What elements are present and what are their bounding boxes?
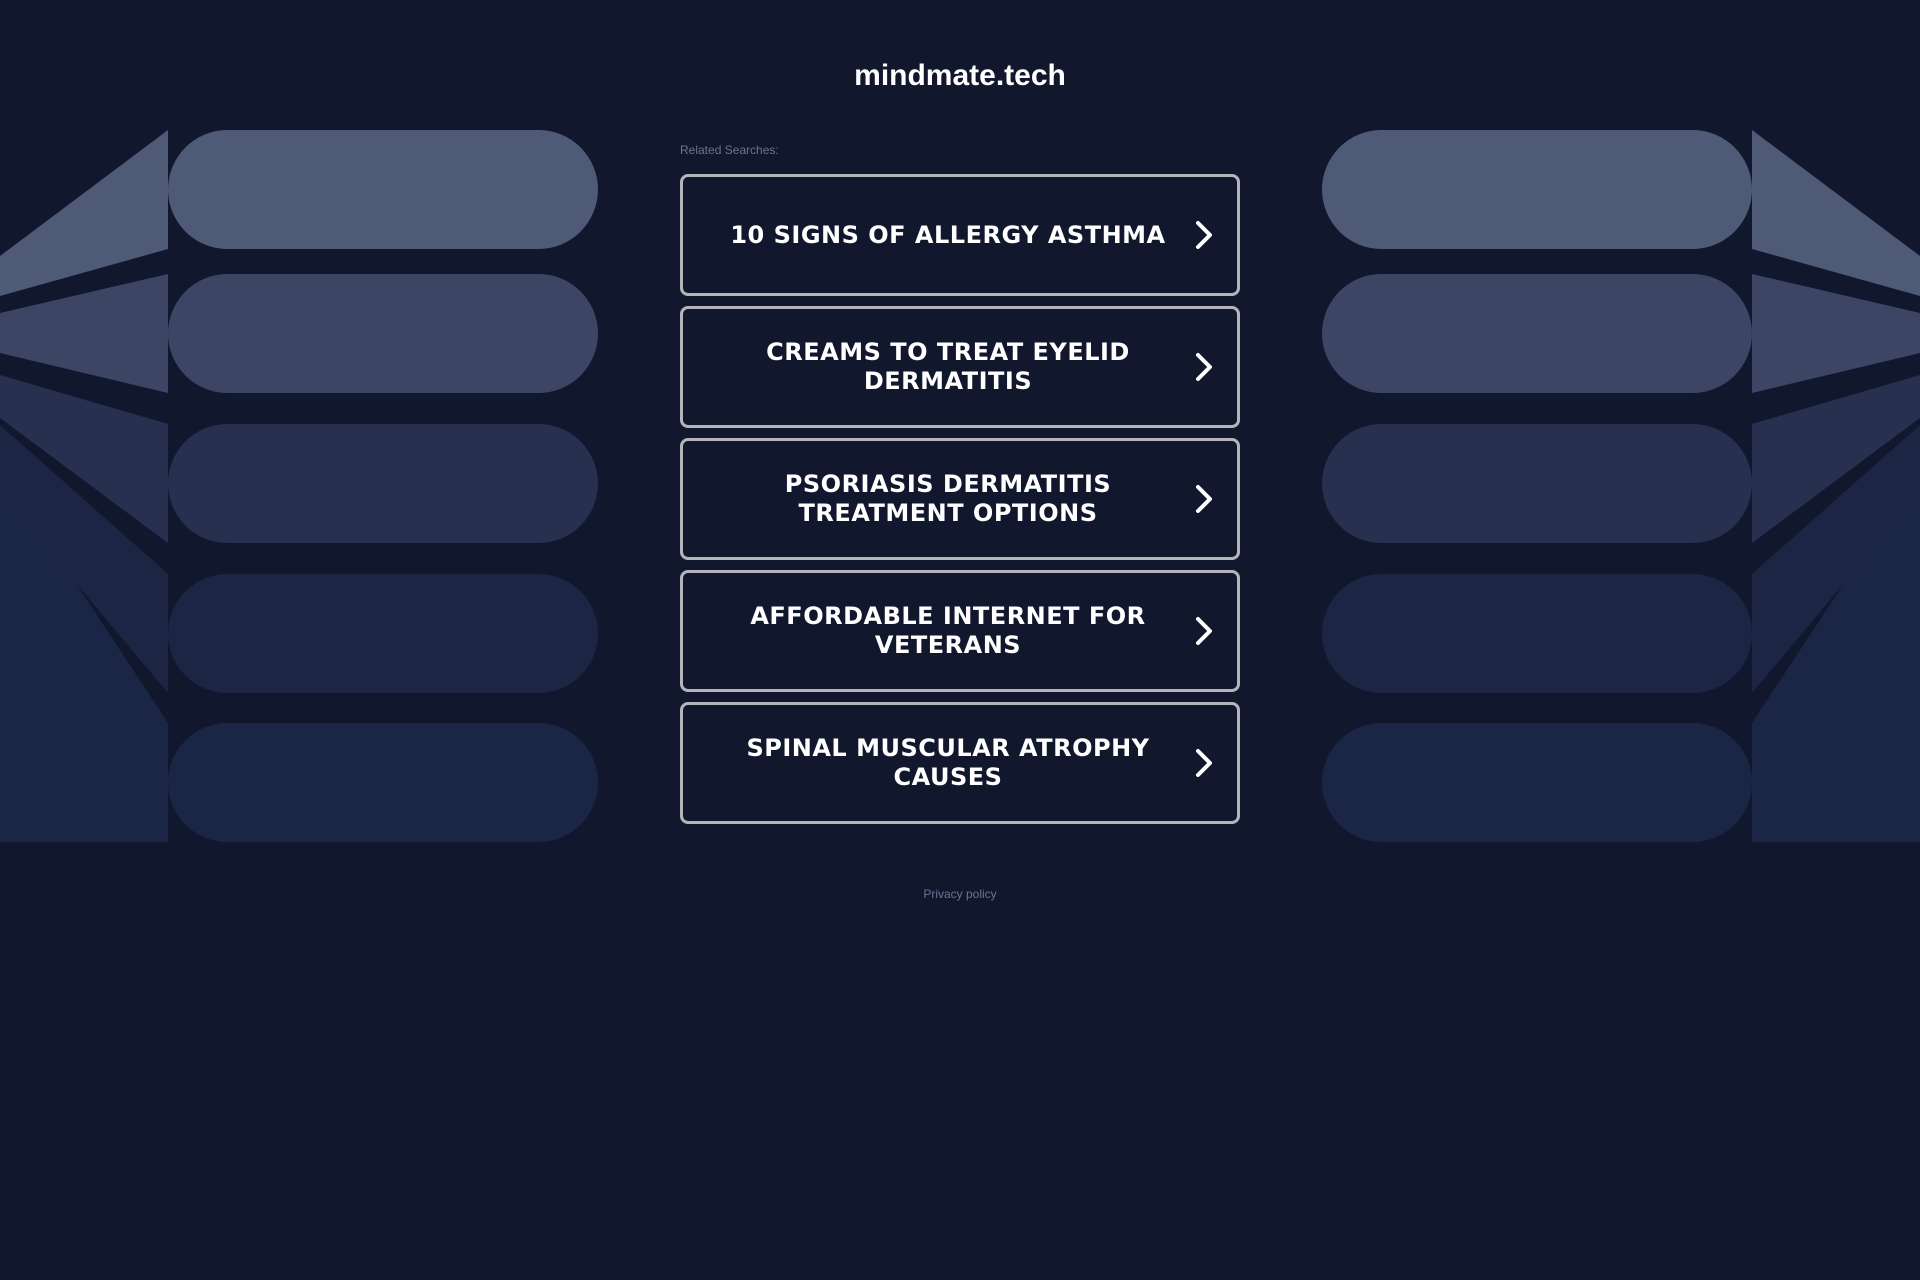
chevron-right-icon [1196, 221, 1212, 249]
left-band-3 [0, 375, 598, 543]
related-link-3[interactable]: PSORIASIS DERMATITIS TREATMENT OPTIONS [680, 438, 1240, 560]
chevron-right-icon [1196, 617, 1212, 645]
chevron-right-icon [1196, 353, 1212, 381]
chevron-right-icon [1196, 485, 1212, 513]
left-band-1 [0, 130, 598, 296]
related-link-label: 10 SIGNS OF ALLERGY ASTHMA [730, 220, 1166, 249]
related-link-1[interactable]: 10 SIGNS OF ALLERGY ASTHMA [680, 174, 1240, 296]
left-band-4 [0, 425, 598, 693]
right-band-5 [1322, 468, 1920, 842]
right-band-2 [1322, 274, 1920, 393]
related-link-label: AFFORDABLE INTERNET FOR VETERANS [750, 602, 1146, 659]
related-links-list: 10 SIGNS OF ALLERGY ASTHMA CREAMS TO TRE… [680, 174, 1240, 834]
chevron-right-icon [1196, 749, 1212, 777]
left-band-5 [0, 468, 598, 842]
related-link-5[interactable]: SPINAL MUSCULAR ATROPHY CAUSES [680, 702, 1240, 824]
privacy-policy-link[interactable]: Privacy policy [923, 887, 996, 901]
right-band-4 [1322, 425, 1920, 693]
domain-title: mindmate.tech [854, 59, 1066, 92]
right-band-1 [1322, 130, 1920, 296]
related-link-label: PSORIASIS DERMATITIS TREATMENT OPTIONS [784, 470, 1112, 527]
related-link-label: SPINAL MUSCULAR ATROPHY CAUSES [746, 734, 1150, 791]
footer: Privacy policy [0, 887, 1920, 901]
related-link-label: CREAMS TO TREAT EYELID DERMATITIS [766, 338, 1130, 395]
related-searches-label: Related Searches: [680, 143, 779, 157]
related-link-4[interactable]: AFFORDABLE INTERNET FOR VETERANS [680, 570, 1240, 692]
parked-domain-page: mindmate.tech Related Searches: 10 SIGNS… [0, 0, 1920, 1280]
left-band-2 [0, 274, 598, 393]
related-link-2[interactable]: CREAMS TO TREAT EYELID DERMATITIS [680, 306, 1240, 428]
right-band-3 [1322, 375, 1920, 543]
